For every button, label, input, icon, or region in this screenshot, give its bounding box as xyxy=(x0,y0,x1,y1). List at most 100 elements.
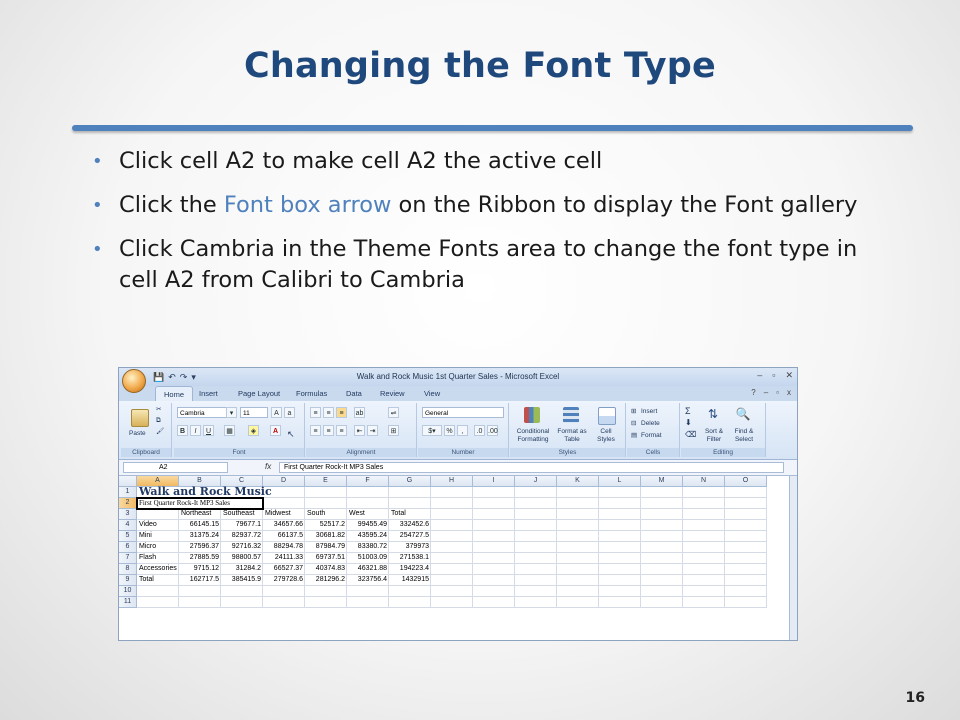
table-cell[interactable]: 82937.72 xyxy=(221,531,263,542)
table-cell[interactable] xyxy=(725,575,767,586)
tab-data[interactable]: Data xyxy=(346,389,362,398)
table-cell[interactable] xyxy=(431,575,473,586)
table-cell[interactable] xyxy=(389,586,431,597)
table-cell[interactable] xyxy=(683,487,725,498)
table-cell[interactable]: West xyxy=(347,509,389,520)
table-cell[interactable]: Accessories xyxy=(137,564,179,575)
table-cell[interactable]: 87984.79 xyxy=(305,542,347,553)
table-cell[interactable] xyxy=(725,586,767,597)
table-cell[interactable] xyxy=(599,487,641,498)
table-cell[interactable] xyxy=(431,520,473,531)
table-cell[interactable] xyxy=(263,597,305,608)
comma-style-icon[interactable]: , xyxy=(457,425,468,436)
active-cell-a2[interactable]: First Quarter Rock-It MP3 Sales xyxy=(136,497,264,510)
table-cell[interactable] xyxy=(389,498,431,509)
find-select-icon[interactable]: 🔍 xyxy=(735,407,751,423)
column-header[interactable]: L xyxy=(599,476,641,487)
table-cell[interactable] xyxy=(515,531,557,542)
table-cell[interactable]: Total xyxy=(137,575,179,586)
column-header[interactable]: J xyxy=(515,476,557,487)
table-cell[interactable] xyxy=(683,531,725,542)
format-cells-icon[interactable]: ▤ xyxy=(631,432,637,440)
table-cell[interactable] xyxy=(347,498,389,509)
row-header[interactable]: 1 xyxy=(119,487,137,498)
table-cell[interactable]: 24111.33 xyxy=(263,553,305,564)
table-cell[interactable]: 323756.4 xyxy=(347,575,389,586)
table-cell[interactable]: 66527.37 xyxy=(263,564,305,575)
table-cell[interactable]: 46321.88 xyxy=(347,564,389,575)
table-cell[interactable] xyxy=(599,575,641,586)
row-header[interactable]: 8 xyxy=(119,564,137,575)
table-cell[interactable]: Flash xyxy=(137,553,179,564)
wrap-text-icon[interactable]: ⇌ xyxy=(388,407,399,418)
row-header[interactable]: 11 xyxy=(119,597,137,608)
table-cell[interactable] xyxy=(179,586,221,597)
borders-icon[interactable]: ▦ xyxy=(224,425,235,436)
help-icon[interactable]: ? xyxy=(751,388,755,397)
table-cell[interactable] xyxy=(473,531,515,542)
row-header[interactable]: 3 xyxy=(119,509,137,520)
copy-icon[interactable]: ⧉ xyxy=(156,417,161,425)
table-cell[interactable] xyxy=(347,487,389,498)
column-header[interactable]: H xyxy=(431,476,473,487)
table-cell[interactable] xyxy=(431,542,473,553)
table-cell[interactable] xyxy=(725,542,767,553)
table-cell[interactable] xyxy=(557,564,599,575)
table-cell[interactable] xyxy=(221,597,263,608)
table-cell[interactable] xyxy=(599,520,641,531)
align-bottom-icon[interactable]: ≡ xyxy=(336,407,347,418)
table-cell[interactable] xyxy=(557,542,599,553)
row-header[interactable]: 10 xyxy=(119,586,137,597)
align-left-icon[interactable]: ≡ xyxy=(310,425,321,436)
table-cell[interactable] xyxy=(347,597,389,608)
table-cell[interactable]: 66137.5 xyxy=(263,531,305,542)
workbook-close-icon[interactable]: x xyxy=(787,388,791,397)
column-header[interactable]: M xyxy=(641,476,683,487)
table-cell[interactable] xyxy=(599,542,641,553)
table-cell[interactable] xyxy=(473,553,515,564)
cut-icon[interactable]: ✂ xyxy=(156,406,161,414)
table-cell[interactable] xyxy=(305,586,347,597)
orientation-icon[interactable]: ab xyxy=(354,407,365,418)
table-cell[interactable] xyxy=(641,597,683,608)
table-cell[interactable] xyxy=(599,586,641,597)
center-icon[interactable]: ≡ xyxy=(323,425,334,436)
sort-filter-button[interactable]: Sort & Filter xyxy=(699,428,729,444)
insert-cells-icon[interactable]: ⊞ xyxy=(631,408,636,416)
table-cell[interactable] xyxy=(725,498,767,509)
table-cell[interactable] xyxy=(683,597,725,608)
table-cell[interactable]: 385415.9 xyxy=(221,575,263,586)
table-cell[interactable] xyxy=(641,542,683,553)
column-header[interactable]: N xyxy=(683,476,725,487)
table-cell[interactable]: 92716.32 xyxy=(221,542,263,553)
tab-insert[interactable]: Insert xyxy=(199,389,218,398)
find-select-button[interactable]: Find & Select xyxy=(729,428,759,444)
column-header[interactable]: K xyxy=(557,476,599,487)
workbook-restore-icon[interactable]: ▫ xyxy=(776,388,779,397)
fill-color-icon[interactable]: ◈ xyxy=(248,425,259,436)
table-cell[interactable]: 27596.37 xyxy=(179,542,221,553)
number-format-box[interactable]: General xyxy=(422,407,504,418)
font-size-box[interactable]: 11 xyxy=(240,407,268,418)
row-header[interactable]: 5 xyxy=(119,531,137,542)
table-cell[interactable]: 194223.4 xyxy=(389,564,431,575)
table-cell[interactable] xyxy=(641,564,683,575)
column-header[interactable]: F xyxy=(347,476,389,487)
table-cell[interactable] xyxy=(515,542,557,553)
row-header[interactable]: 2 xyxy=(119,498,137,509)
table-cell[interactable]: 98800.57 xyxy=(221,553,263,564)
autosum-icon[interactable]: Σ xyxy=(685,407,691,416)
table-cell[interactable] xyxy=(599,498,641,509)
align-middle-icon[interactable]: ≡ xyxy=(323,407,334,418)
table-cell[interactable] xyxy=(641,498,683,509)
table-cell[interactable] xyxy=(683,498,725,509)
vertical-scrollbar[interactable] xyxy=(789,476,797,640)
table-cell[interactable] xyxy=(515,487,557,498)
table-cell[interactable] xyxy=(431,564,473,575)
column-header[interactable]: E xyxy=(305,476,347,487)
table-cell[interactable] xyxy=(473,542,515,553)
table-cell[interactable] xyxy=(683,553,725,564)
table-cell[interactable] xyxy=(473,564,515,575)
table-cell[interactable]: 254727.5 xyxy=(389,531,431,542)
table-cell[interactable] xyxy=(599,597,641,608)
